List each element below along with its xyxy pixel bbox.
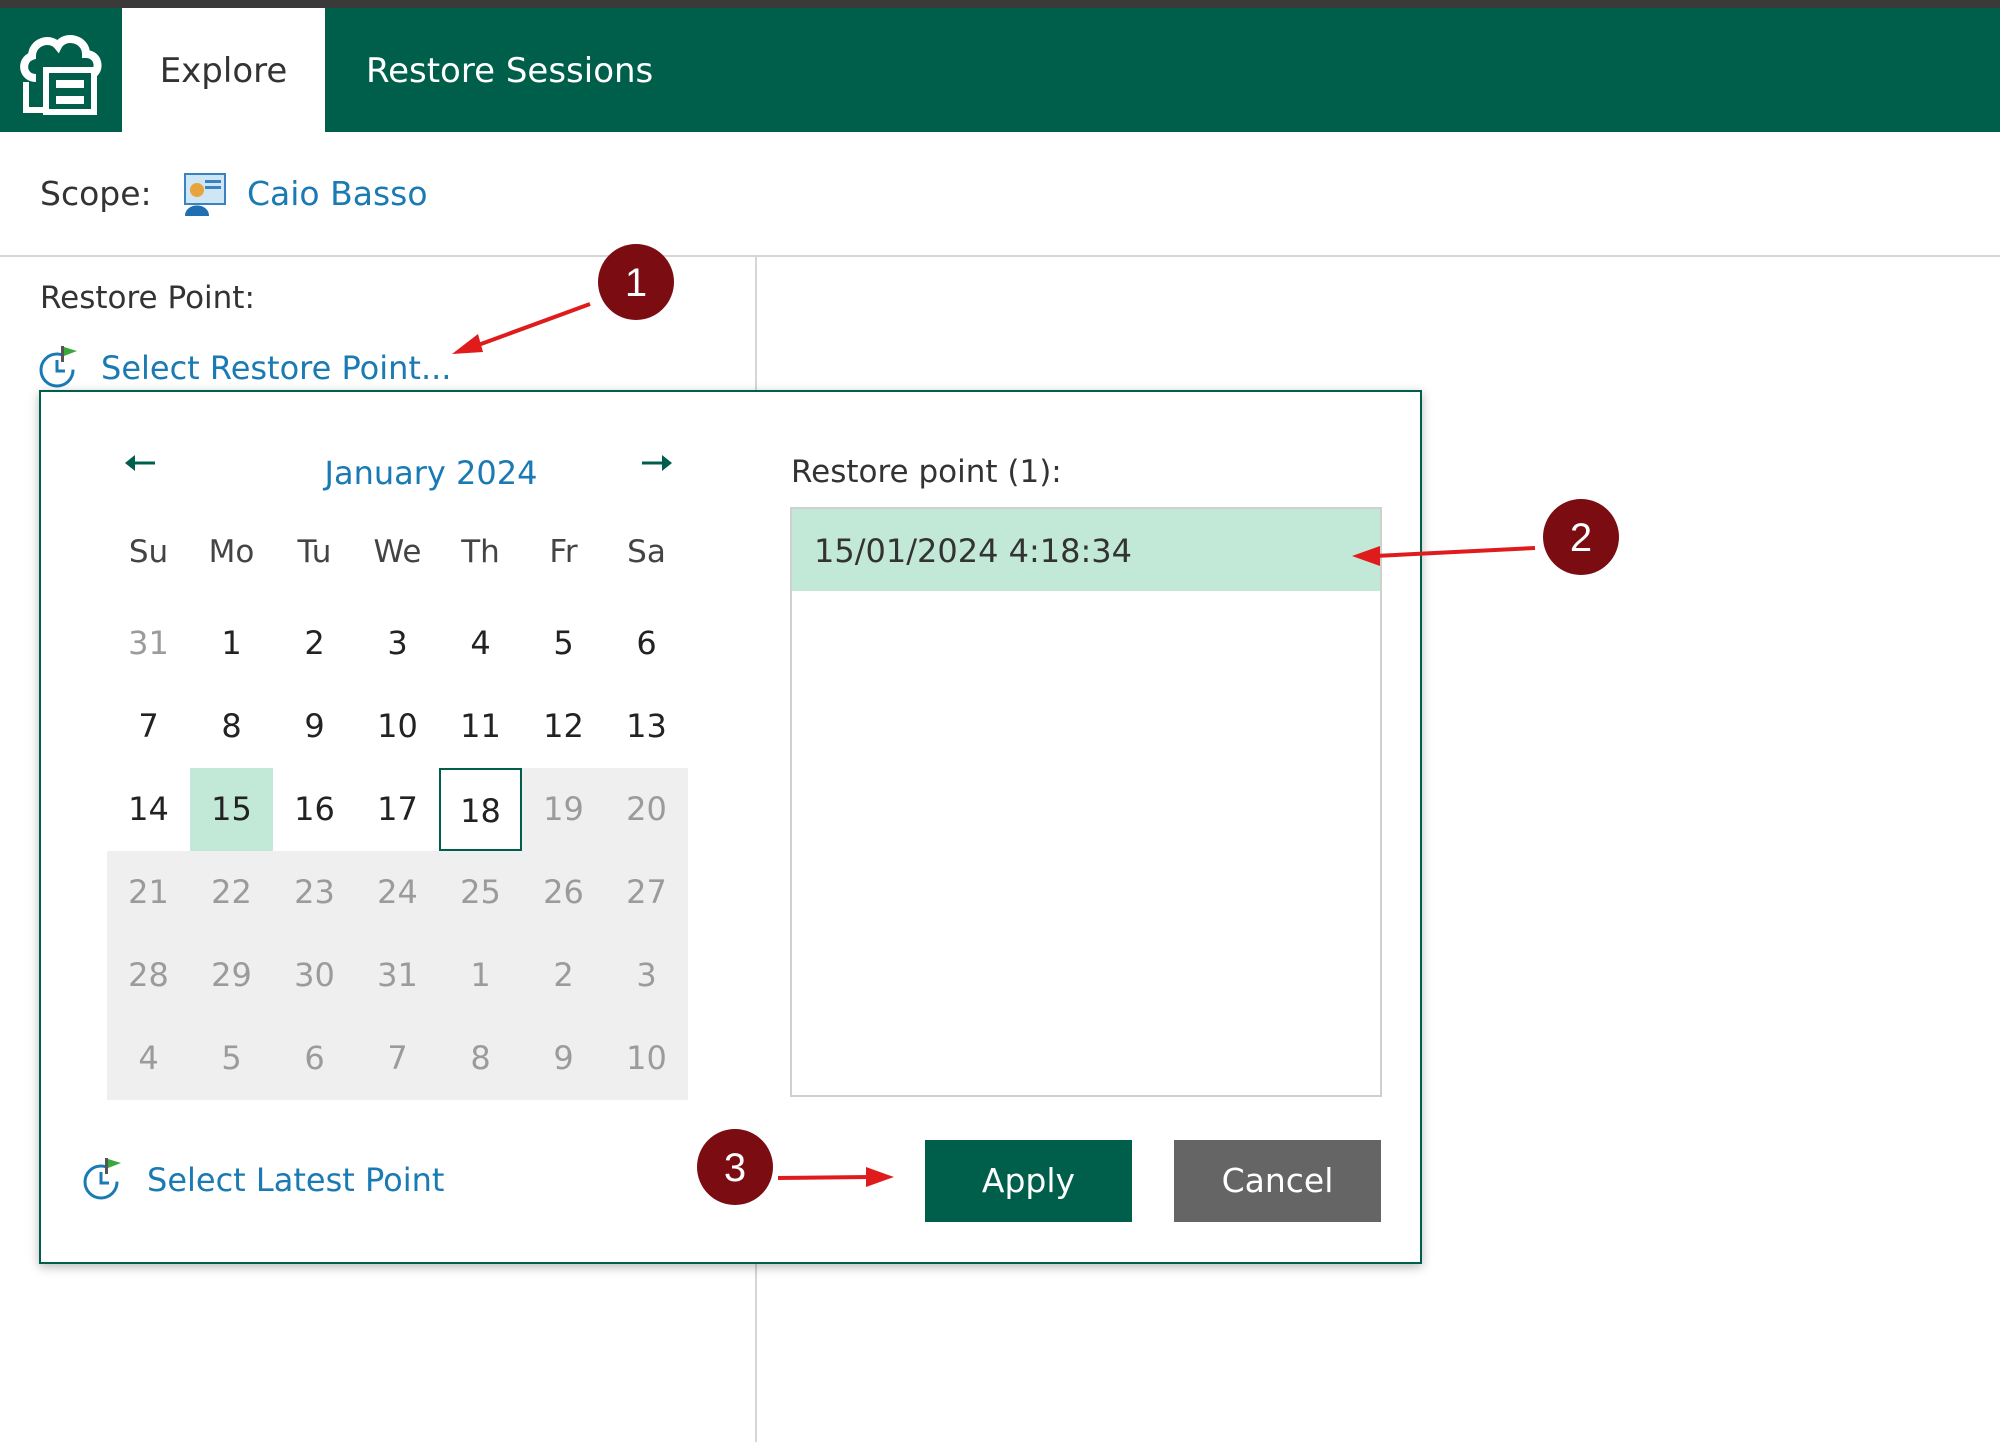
- weekday-label: Th: [461, 534, 500, 570]
- calendar-day[interactable]: 31: [356, 934, 439, 1017]
- calendar-day[interactable]: 13: [605, 685, 688, 768]
- calendar-day[interactable]: 5: [190, 1017, 273, 1100]
- calendar-day[interactable]: 18: [439, 768, 522, 851]
- calendar-day[interactable]: 2: [273, 602, 356, 685]
- apply-button[interactable]: Apply: [925, 1140, 1132, 1222]
- calendar-day[interactable]: 12: [522, 685, 605, 768]
- restore-point-list-label: Restore point (1):: [791, 454, 1062, 490]
- restore-point-picker: January 2024 Su Mo Tu We Th Fr Sa 31 1 2 3 4…: [39, 390, 1422, 1264]
- calendar-day[interactable]: 15: [190, 768, 273, 851]
- restore-clock-icon: [39, 346, 77, 388]
- select-latest-point-link[interactable]: Select Latest Point: [81, 1158, 444, 1202]
- header-divider: [0, 255, 2000, 257]
- calendar-day[interactable]: 4: [439, 602, 522, 685]
- calendar-day[interactable]: 21: [107, 851, 190, 934]
- weekday-label: Mo: [208, 534, 255, 570]
- calendar-day[interactable]: 10: [356, 685, 439, 768]
- calendar-day[interactable]: 11: [439, 685, 522, 768]
- calendar-day[interactable]: 1: [190, 602, 273, 685]
- weekday-label: Fr: [549, 534, 578, 570]
- weekday-label: We: [373, 534, 422, 570]
- calendar-day[interactable]: 8: [190, 685, 273, 768]
- annotation-arrow: [452, 302, 591, 354]
- calendar-day[interactable]: 2: [522, 934, 605, 1017]
- calendar-day[interactable]: 5: [522, 602, 605, 685]
- weekday-label: Su: [128, 534, 169, 570]
- calendar-day[interactable]: 26: [522, 851, 605, 934]
- svg-text:2: 2: [1570, 516, 1592, 560]
- calendar-day[interactable]: 17: [356, 768, 439, 851]
- calendar-day[interactable]: 27: [605, 851, 688, 934]
- app-header: Explore Restore Sessions: [0, 8, 2000, 132]
- calendar-day[interactable]: 9: [522, 1017, 605, 1100]
- calendar-day[interactable]: 20: [605, 768, 688, 851]
- calendar-day[interactable]: 29: [190, 934, 273, 1017]
- scope-user-link[interactable]: Caio Basso: [247, 174, 428, 213]
- weekday-label: Sa: [627, 534, 666, 570]
- tab-explore[interactable]: Explore: [122, 8, 325, 132]
- calendar-day[interactable]: 3: [605, 934, 688, 1017]
- cancel-button[interactable]: Cancel: [1174, 1140, 1381, 1222]
- calendar-day[interactable]: 22: [190, 851, 273, 934]
- veeam-cloud-explorer-icon: [20, 35, 102, 115]
- calendar-day[interactable]: 23: [273, 851, 356, 934]
- annotation-marker-2: 2: [1543, 499, 1619, 575]
- user-icon: [184, 173, 226, 216]
- calendar-month: January 2024: [324, 454, 538, 492]
- calendar-day[interactable]: 4: [107, 1017, 190, 1100]
- calendar-day[interactable]: 7: [107, 685, 190, 768]
- restore-point-label: Restore Point:: [40, 280, 255, 316]
- calendar-day[interactable]: 6: [605, 602, 688, 685]
- calendar-day[interactable]: 6: [273, 1017, 356, 1100]
- arrow-right-icon[interactable]: [636, 448, 676, 478]
- calendar-day[interactable]: 14: [107, 768, 190, 851]
- arrow-left-icon[interactable]: [121, 448, 161, 478]
- calendar-day[interactable]: 9: [273, 685, 356, 768]
- select-restore-point-link[interactable]: Select Restore Point...: [37, 346, 452, 388]
- calendar-day[interactable]: 3: [356, 602, 439, 685]
- calendar-day[interactable]: 8: [439, 1017, 522, 1100]
- calendar-day[interactable]: 10: [605, 1017, 688, 1100]
- app-logo[interactable]: [0, 8, 122, 132]
- calendar-day[interactable]: 25: [439, 851, 522, 934]
- svg-text:1: 1: [625, 261, 647, 305]
- scope-label: Scope:: [40, 174, 152, 213]
- calendar-day[interactable]: 28: [107, 934, 190, 1017]
- restore-point-item[interactable]: 15/01/2024 4:18:34: [792, 509, 1380, 591]
- calendar-day[interactable]: 7: [356, 1017, 439, 1100]
- calendar-day[interactable]: 31: [107, 602, 190, 685]
- calendar-day[interactable]: 19: [522, 768, 605, 851]
- window-top-strip: [0, 0, 2000, 8]
- restore-point-list: 15/01/2024 4:18:34: [790, 507, 1382, 1097]
- restore-clock-icon: [83, 1158, 121, 1200]
- calendar-day[interactable]: 30: [273, 934, 356, 1017]
- calendar-day[interactable]: 24: [356, 851, 439, 934]
- select-latest-point-label: Select Latest Point: [147, 1161, 445, 1199]
- calendar-day[interactable]: 16: [273, 768, 356, 851]
- calendar-day[interactable]: 1: [439, 934, 522, 1017]
- weekday-label: Tu: [297, 534, 332, 570]
- select-restore-point-label: Select Restore Point...: [101, 349, 452, 387]
- tab-restore-sessions[interactable]: Restore Sessions: [366, 8, 653, 132]
